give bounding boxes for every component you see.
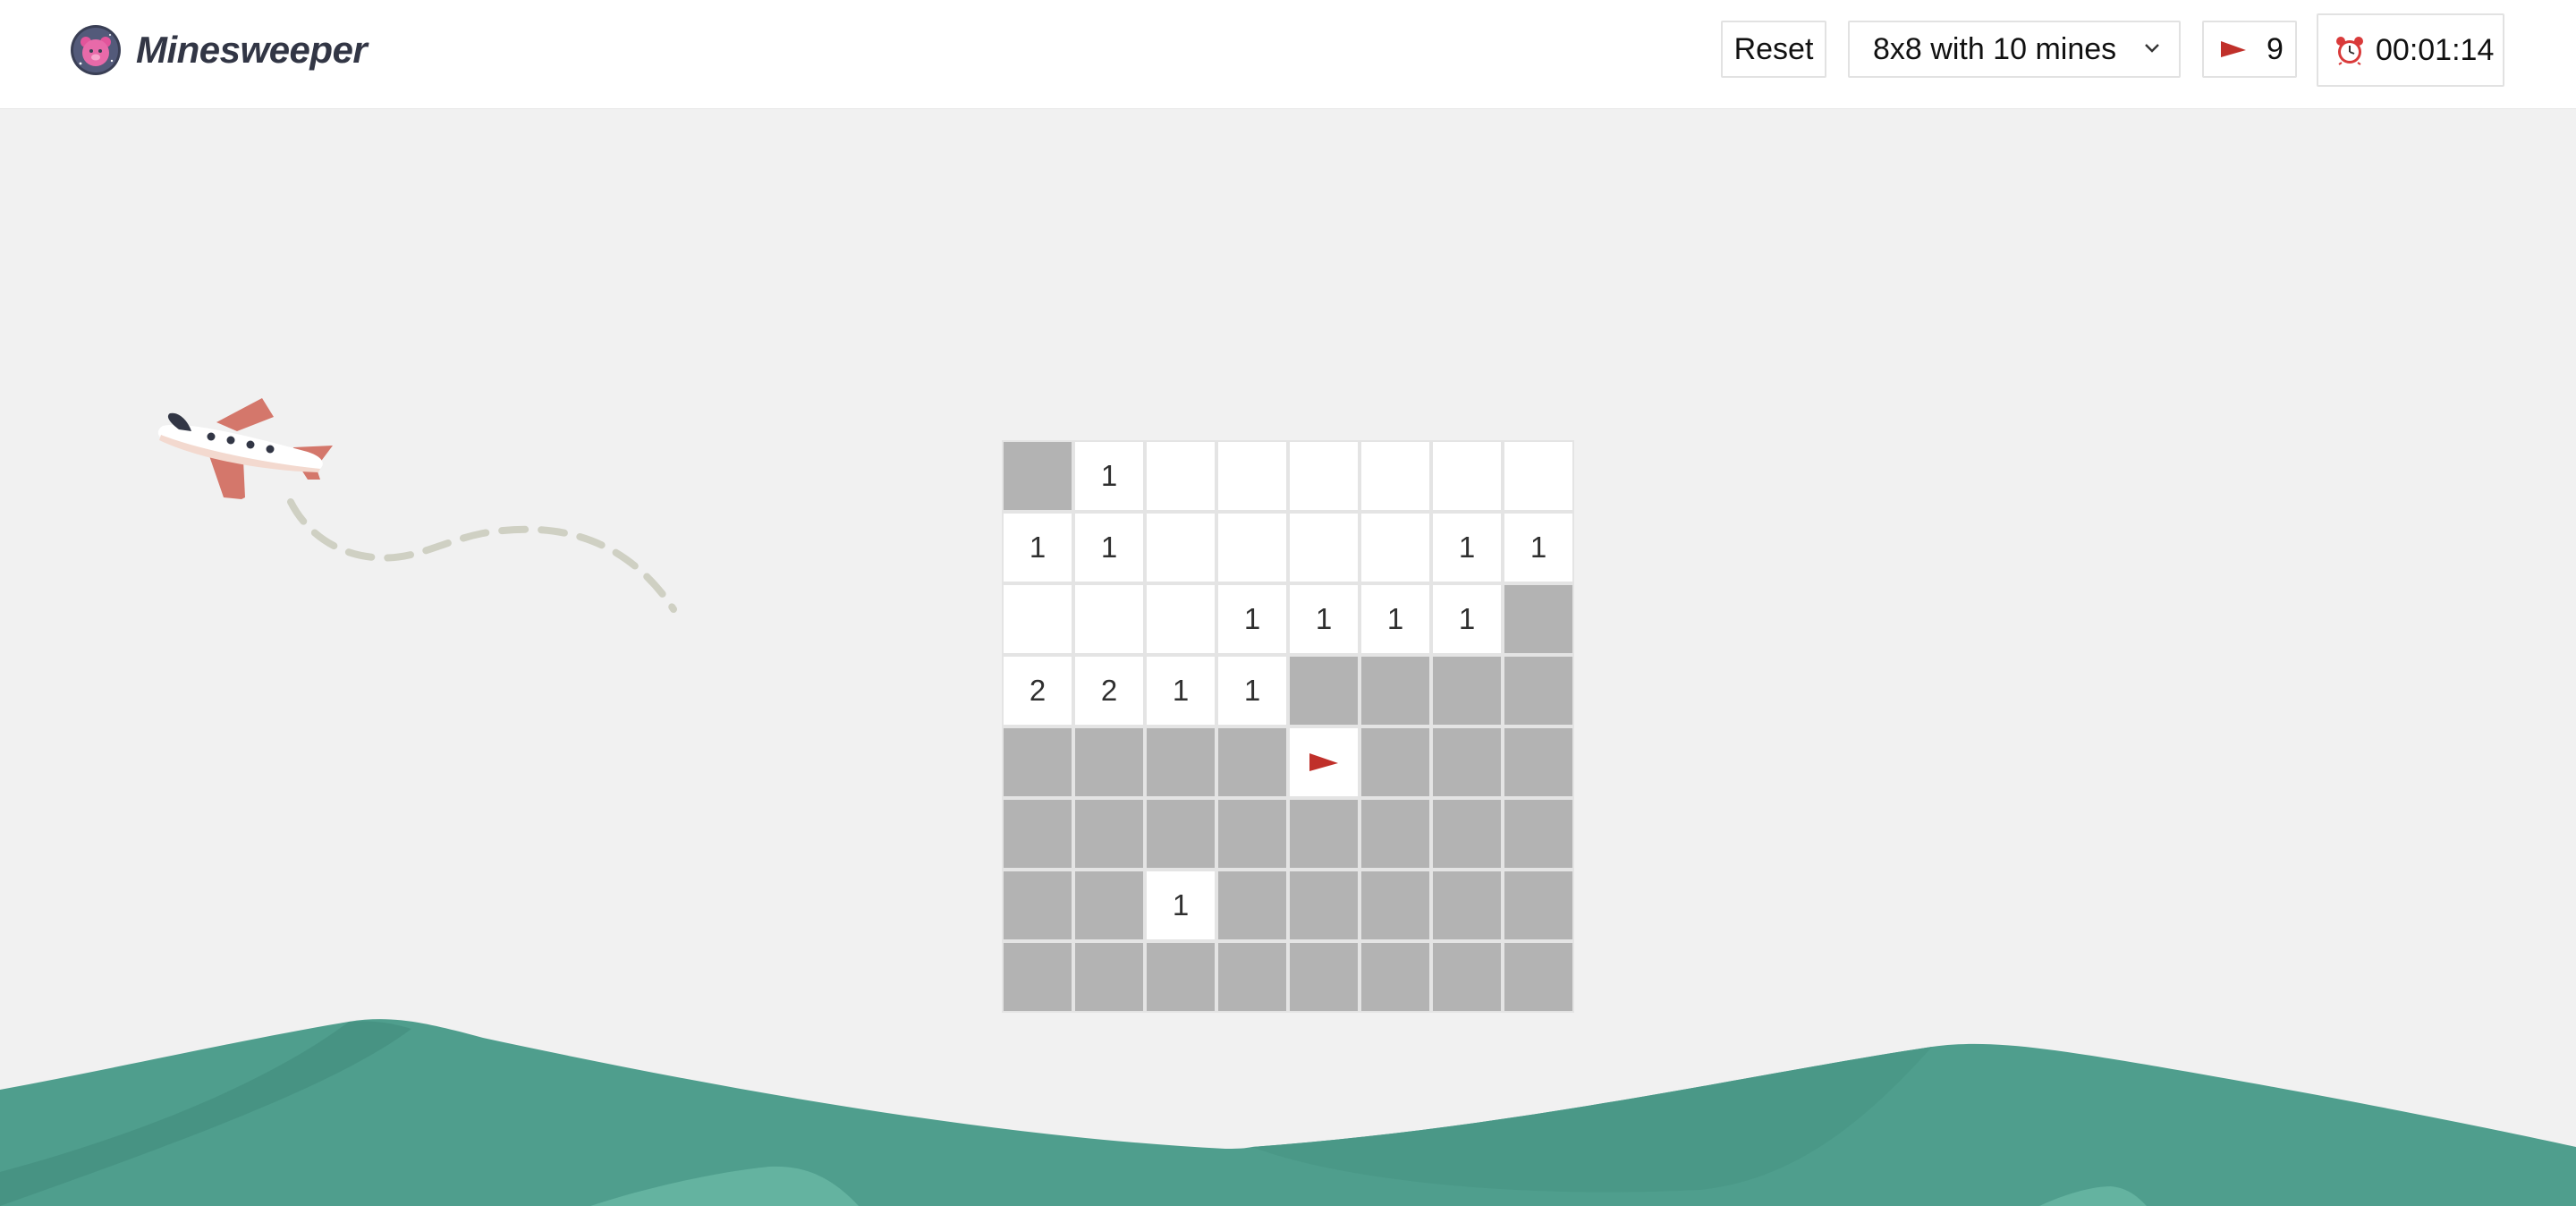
cell-hidden[interactable] bbox=[1360, 726, 1431, 798]
cell-hidden[interactable] bbox=[1002, 798, 1073, 870]
cell-number[interactable]: 1 bbox=[1503, 512, 1574, 583]
cell-flagged[interactable] bbox=[1288, 726, 1360, 798]
cell-revealed-empty[interactable] bbox=[1145, 512, 1216, 583]
cell-hidden[interactable] bbox=[1503, 726, 1574, 798]
sea-waves-illustration bbox=[0, 1019, 2576, 1206]
cell-revealed-empty[interactable] bbox=[1216, 440, 1288, 512]
app-title: Minesweeper bbox=[136, 29, 368, 71]
cell-hidden[interactable] bbox=[1216, 726, 1288, 798]
cell-hidden[interactable] bbox=[1002, 870, 1073, 941]
cell-hidden[interactable] bbox=[1360, 798, 1431, 870]
cell-number[interactable]: 2 bbox=[1002, 655, 1073, 726]
cell-number[interactable]: 1 bbox=[1288, 583, 1360, 655]
flag-icon bbox=[2221, 41, 2246, 57]
space-bear-logo-icon bbox=[71, 25, 121, 75]
cell-number[interactable]: 1 bbox=[1216, 655, 1288, 726]
cell-hidden[interactable] bbox=[1431, 870, 1503, 941]
cell-hidden[interactable] bbox=[1002, 726, 1073, 798]
cell-revealed-empty[interactable] bbox=[1145, 440, 1216, 512]
cell-number[interactable]: 1 bbox=[1002, 512, 1073, 583]
reset-button[interactable]: Reset bbox=[1721, 21, 1826, 78]
cell-hidden[interactable] bbox=[1503, 798, 1574, 870]
difficulty-select[interactable]: 8x8 with 10 mines bbox=[1848, 21, 2181, 78]
cell-hidden[interactable] bbox=[1503, 655, 1574, 726]
cell-hidden[interactable] bbox=[1073, 870, 1145, 941]
cell-hidden[interactable] bbox=[1360, 655, 1431, 726]
cell-hidden[interactable] bbox=[1145, 798, 1216, 870]
cell-number[interactable]: 1 bbox=[1145, 655, 1216, 726]
timer: 00:01:14 bbox=[2317, 13, 2504, 87]
cell-number[interactable]: 1 bbox=[1216, 583, 1288, 655]
cell-revealed-empty[interactable] bbox=[1073, 583, 1145, 655]
cell-hidden[interactable] bbox=[1431, 655, 1503, 726]
minefield-grid: 11111111122111 bbox=[1002, 440, 1574, 1013]
cell-hidden[interactable] bbox=[1288, 870, 1360, 941]
flags-count: 9 bbox=[2267, 31, 2284, 66]
airplane-illustration bbox=[157, 398, 677, 613]
cell-hidden[interactable] bbox=[1288, 655, 1360, 726]
cell-revealed-empty[interactable] bbox=[1216, 512, 1288, 583]
cell-number[interactable]: 1 bbox=[1145, 870, 1216, 941]
cell-revealed-empty[interactable] bbox=[1288, 440, 1360, 512]
cell-revealed-empty[interactable] bbox=[1360, 440, 1431, 512]
cell-revealed-empty[interactable] bbox=[1145, 583, 1216, 655]
cell-revealed-empty[interactable] bbox=[1431, 440, 1503, 512]
cell-hidden[interactable] bbox=[1503, 583, 1574, 655]
cell-revealed-empty[interactable] bbox=[1288, 512, 1360, 583]
cell-hidden[interactable] bbox=[1503, 870, 1574, 941]
cell-revealed-empty[interactable] bbox=[1002, 583, 1073, 655]
chevron-down-icon bbox=[2145, 44, 2159, 53]
cell-hidden[interactable] bbox=[1431, 726, 1503, 798]
cell-number[interactable]: 1 bbox=[1360, 583, 1431, 655]
top-bar: Minesweeper Reset 8x8 with 10 mines 9 00… bbox=[0, 0, 2576, 109]
flag-icon bbox=[1309, 753, 1338, 771]
cell-hidden[interactable] bbox=[1288, 798, 1360, 870]
brand[interactable]: Minesweeper bbox=[70, 23, 368, 77]
cell-hidden[interactable] bbox=[1145, 726, 1216, 798]
cell-number[interactable]: 1 bbox=[1431, 583, 1503, 655]
cell-hidden[interactable] bbox=[1073, 726, 1145, 798]
cell-revealed-empty[interactable] bbox=[1360, 512, 1431, 583]
cell-hidden[interactable] bbox=[1216, 798, 1288, 870]
flags-counter: 9 bbox=[2202, 21, 2297, 78]
cell-hidden[interactable] bbox=[1431, 798, 1503, 870]
cell-hidden[interactable] bbox=[1216, 870, 1288, 941]
cell-number[interactable]: 1 bbox=[1431, 512, 1503, 583]
cell-number[interactable]: 1 bbox=[1073, 512, 1145, 583]
timer-value: 00:01:14 bbox=[2376, 32, 2495, 67]
cell-revealed-empty[interactable] bbox=[1503, 440, 1574, 512]
cell-hidden[interactable] bbox=[1360, 870, 1431, 941]
difficulty-selected-value: 8x8 with 10 mines bbox=[1873, 31, 2117, 66]
cell-hidden[interactable] bbox=[1073, 798, 1145, 870]
cell-number[interactable]: 1 bbox=[1073, 440, 1145, 512]
alarm-clock-icon bbox=[2336, 37, 2363, 65]
cell-number[interactable]: 2 bbox=[1073, 655, 1145, 726]
cell-hidden[interactable] bbox=[1002, 440, 1073, 512]
